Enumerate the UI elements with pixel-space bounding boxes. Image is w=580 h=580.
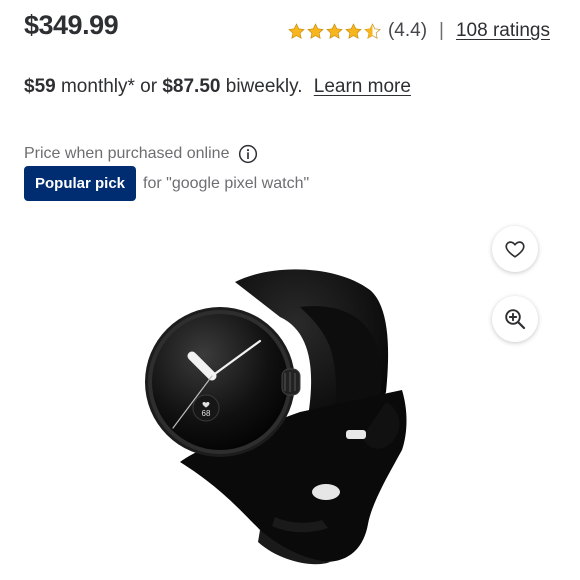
star-icon (307, 22, 324, 39)
biweekly-amount: $87.50 (162, 76, 221, 97)
product-rating: (4.4) | 108 ratings (287, 20, 550, 42)
star-half-icon (364, 22, 381, 39)
rating-value: (4.4) (387, 20, 428, 41)
zoom-in-icon (505, 309, 526, 330)
financing-info: $59 monthly* or $87.50 biweekly. Learn m… (24, 76, 411, 98)
popular-pick-row: Popular pick for "google pixel watch" (24, 166, 309, 201)
learn-more-link[interactable]: Learn more (314, 76, 411, 97)
popular-pick-badge: Popular pick (24, 166, 137, 201)
star-icon (288, 22, 305, 39)
watch-heart-rate: 68 (202, 409, 211, 418)
biweekly-text: biweekly. (220, 76, 303, 97)
rating-stars (287, 22, 382, 41)
badge-query-text: for "google pixel watch" (143, 174, 310, 192)
star-icon (345, 22, 362, 39)
price-note-text: Price when purchased online (24, 145, 230, 162)
monthly-amount: $59 (24, 76, 56, 97)
ratings-count-link[interactable]: 108 ratings (456, 20, 550, 42)
monthly-text: monthly* or (55, 76, 163, 97)
favorite-button[interactable] (492, 226, 538, 272)
star-icon (326, 22, 343, 39)
product-image[interactable]: 68 (140, 262, 430, 572)
zoom-button[interactable] (492, 296, 538, 342)
info-icon[interactable] (238, 144, 258, 164)
product-price: $349.99 (24, 10, 119, 40)
price-note: Price when purchased online (24, 144, 258, 164)
heart-icon (505, 241, 525, 258)
rating-separator: | (439, 20, 444, 41)
